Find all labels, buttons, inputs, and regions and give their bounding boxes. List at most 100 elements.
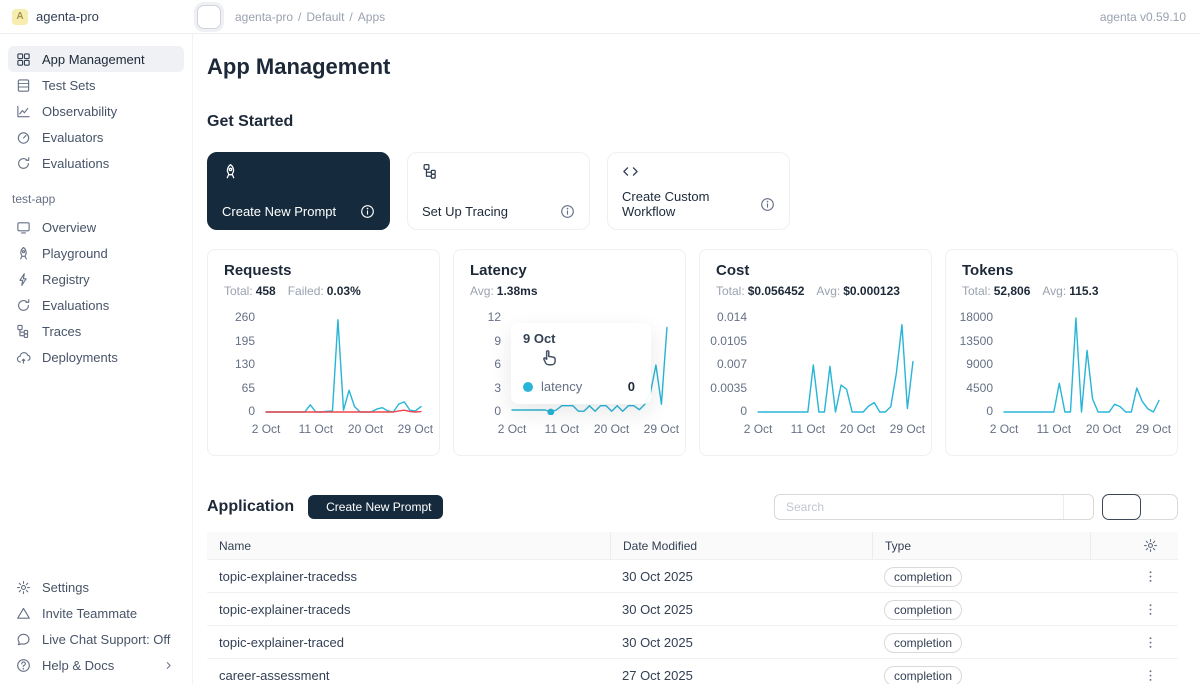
get-started-card-create-custom-workflow[interactable]: Create Custom Workflow xyxy=(607,152,790,230)
tooltip-series-label: latency xyxy=(541,379,620,394)
sidebar-footer-nav: SettingsInvite TeammateLive Chat Support… xyxy=(8,574,184,682)
monitor-icon xyxy=(16,220,31,235)
sidebar-main-nav: App ManagementTest SetsObservabilityEval… xyxy=(8,46,184,176)
y-tick-label: 0.007 xyxy=(717,358,747,370)
get-started-heading: Get Started xyxy=(207,113,1178,131)
breadcrumb-item-default[interactable]: Default xyxy=(306,10,344,24)
get-started-card-set-up-tracing[interactable]: Set Up Tracing xyxy=(407,152,590,230)
sidebar-item-invite-teammate[interactable]: Invite Teammate xyxy=(8,600,184,626)
chart-plot-column: 2 Oct11 Oct20 Oct29 Oct xyxy=(264,311,423,436)
info-icon xyxy=(760,197,775,212)
search-input[interactable] xyxy=(775,495,1063,519)
sidebar-item-test-sets[interactable]: Test Sets xyxy=(8,72,184,98)
cursor-hand-icon xyxy=(541,347,561,372)
sidebar-item-overview[interactable]: Overview xyxy=(8,214,184,240)
chart-stats: Total:458Failed:0.03% xyxy=(224,284,423,298)
sidebar-item-registry[interactable]: Registry xyxy=(8,266,184,292)
chart-card-requests: Requests Total:458Failed:0.03% 26019513065… xyxy=(207,249,440,456)
row-menu-button[interactable] xyxy=(1143,569,1158,584)
x-tick-label: 20 Oct xyxy=(594,422,629,436)
breadcrumb-separator: / xyxy=(349,10,352,24)
refresh-icon xyxy=(16,298,31,313)
chart-y-axis: 0.0140.01050.0070.00350 xyxy=(716,311,756,417)
chart-plot-column: 2 Oct11 Oct20 Oct29 Oct xyxy=(756,311,915,436)
card-label-row: Create Custom Workflow xyxy=(622,189,775,219)
sidebar-item-playground[interactable]: Playground xyxy=(8,240,184,266)
x-tick-label: 11 Oct xyxy=(299,422,333,436)
get-started-card-create-new-prompt[interactable]: Create New Prompt xyxy=(207,152,390,230)
chart-stat-label: Total: xyxy=(716,284,745,298)
chart-y-axis: 260195130650 xyxy=(224,311,264,417)
code-icon xyxy=(622,163,639,180)
search-box xyxy=(774,494,1094,520)
row-menu-button[interactable] xyxy=(1143,668,1158,683)
sidebar-item-settings[interactable]: Settings xyxy=(8,574,184,600)
chat-icon xyxy=(16,632,31,647)
row-menu-button[interactable] xyxy=(1143,602,1158,617)
type-cell: completion xyxy=(872,602,1090,617)
chart-line-svg xyxy=(1002,311,1161,415)
chart-stat-value: 52,806 xyxy=(994,284,1031,298)
row-actions-cell xyxy=(1090,569,1178,584)
search-button[interactable] xyxy=(1063,495,1093,519)
column-settings-button[interactable] xyxy=(1143,538,1158,553)
sidebar-item-live-chat-support-off[interactable]: Live Chat Support: Off xyxy=(8,626,184,652)
chart-stat-label: Avg: xyxy=(1042,284,1066,298)
bolt-icon xyxy=(16,272,31,287)
y-tick-label: 3 xyxy=(494,382,501,394)
table-row-topic-explainer-tracedss[interactable]: topic-explainer-tracedss30 Oct 2025compl… xyxy=(207,560,1178,593)
chart-title: Requests xyxy=(224,262,423,279)
sidebar-item-label: Evaluations xyxy=(42,298,176,313)
table-row-topic-explainer-traced[interactable]: topic-explainer-traced30 Oct 2025complet… xyxy=(207,626,1178,659)
view-toggle xyxy=(1102,494,1178,520)
card-view-button[interactable] xyxy=(1140,495,1177,519)
table-view-button[interactable] xyxy=(1102,494,1141,520)
column-header-type: Type xyxy=(872,532,1090,559)
chart-stat-value: 458 xyxy=(256,284,276,298)
x-tick-label: 11 Oct xyxy=(1037,422,1071,436)
chart-line-svg xyxy=(756,311,915,415)
chart-x-axis: 2 Oct11 Oct20 Oct29 Oct xyxy=(756,422,915,436)
type-badge: completion xyxy=(884,600,962,620)
y-tick-label: 0 xyxy=(740,405,747,417)
x-tick-label: 2 Oct xyxy=(744,422,773,436)
chart-stats: Total:$0.056452Avg:$0.000123 xyxy=(716,284,915,298)
sidebar-item-evaluators[interactable]: Evaluators xyxy=(8,124,184,150)
breadcrumb-item-apps[interactable]: Apps xyxy=(358,10,385,24)
y-tick-label: 9000 xyxy=(966,358,993,370)
chart-title: Tokens xyxy=(962,262,1161,279)
table-row-topic-explainer-traceds[interactable]: topic-explainer-traceds30 Oct 2025comple… xyxy=(207,593,1178,626)
type-cell: completion xyxy=(872,668,1090,683)
sidebar-item-traces[interactable]: Traces xyxy=(8,318,184,344)
chart-plot xyxy=(1002,311,1161,415)
version-label: agenta v0.59.10 xyxy=(1100,10,1200,24)
create-new-prompt-button[interactable]: Create New Prompt xyxy=(308,495,443,519)
chart-stat: Total:52,806 xyxy=(962,284,1030,298)
date-modified-cell: 30 Oct 2025 xyxy=(610,602,872,617)
workspace-selector[interactable]: A agenta-pro xyxy=(0,9,193,25)
sidebar-item-deployments[interactable]: Deployments xyxy=(8,344,184,370)
sidebar-item-evaluations[interactable]: Evaluations xyxy=(8,292,184,318)
chart-x-axis: 2 Oct11 Oct20 Oct29 Oct xyxy=(264,422,423,436)
type-badge: completion xyxy=(884,567,962,587)
sidebar-item-app-management[interactable]: App Management xyxy=(8,46,184,72)
trend-icon xyxy=(16,104,31,119)
tree-icon xyxy=(422,163,439,180)
row-menu-button[interactable] xyxy=(1143,635,1158,650)
breadcrumb-item-agenta-pro[interactable]: agenta-pro xyxy=(235,10,293,24)
triangle-icon xyxy=(16,606,31,621)
chart-stats: Total:52,806Avg:115.3 xyxy=(962,284,1161,298)
y-tick-label: 0 xyxy=(494,405,501,417)
chart-plot-column: 2 Oct11 Oct20 Oct29 Oct xyxy=(1002,311,1161,436)
sidebar-item-help-docs[interactable]: Help & Docs xyxy=(8,652,184,678)
chart-plot xyxy=(264,311,423,415)
sidebar-item-label: Registry xyxy=(42,272,176,287)
chart-stat-label: Avg: xyxy=(470,284,494,298)
card-label: Set Up Tracing xyxy=(422,204,508,219)
sidebar-toggle-button[interactable] xyxy=(197,5,221,29)
info-icon xyxy=(360,204,375,219)
sidebar-item-observability[interactable]: Observability xyxy=(8,98,184,124)
type-badge: completion xyxy=(884,633,962,653)
sidebar-item-evaluations[interactable]: Evaluations xyxy=(8,150,184,176)
table-row-career-assessment[interactable]: career-assessment27 Oct 2025completion xyxy=(207,659,1178,684)
